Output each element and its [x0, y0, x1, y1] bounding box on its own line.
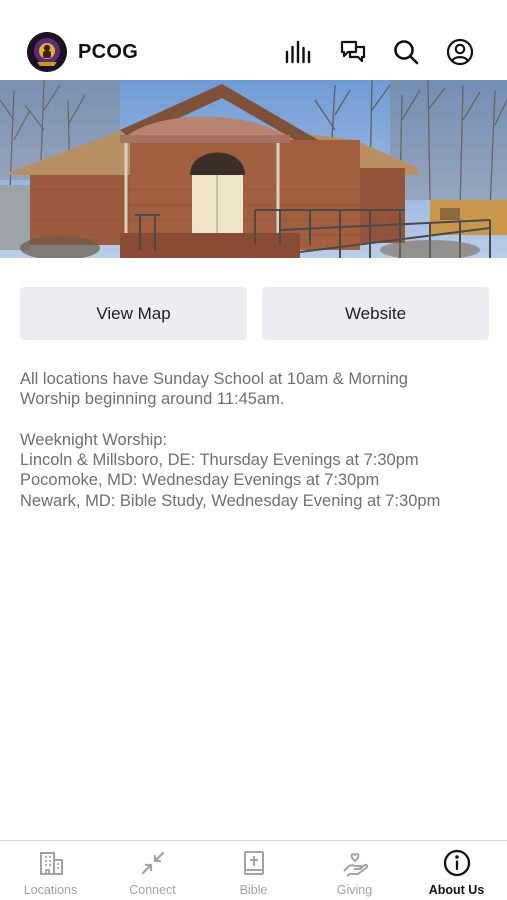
church-photo	[0, 80, 507, 258]
tab-about-us[interactable]: About Us	[406, 849, 507, 900]
tab-giving[interactable]: Giving	[304, 849, 405, 900]
tab-bible[interactable]: Bible	[203, 849, 304, 900]
building-icon	[37, 849, 65, 877]
info-line: All locations have Sunday School at 10am…	[20, 370, 408, 388]
service-times-text: All locations have Sunday School at 10am…	[20, 369, 490, 511]
tab-connect[interactable]: Connect	[102, 849, 203, 900]
info-icon	[443, 849, 471, 877]
giving-hand-icon	[341, 849, 369, 877]
tab-label: Locations	[23, 883, 78, 897]
website-button[interactable]: Website	[262, 287, 489, 340]
info-line: Weeknight Worship:	[20, 430, 168, 449]
tab-label: About Us	[428, 883, 485, 897]
info-line: Lincoln & Millsboro, DE: Thursday Evenin…	[20, 451, 419, 470]
tab-label: Giving	[336, 883, 373, 897]
app-title: PCOG	[78, 41, 139, 63]
info-line: Worship beginning around 11:45am.	[20, 390, 285, 409]
search-icon[interactable]	[392, 38, 420, 66]
tab-label: Connect	[129, 883, 176, 897]
app-header: PCOG	[0, 0, 507, 80]
bottom-tab-bar: Locations Connect Bible Giving About Us	[0, 840, 507, 900]
view-map-button[interactable]: View Map	[20, 287, 247, 340]
account-icon[interactable]	[446, 38, 474, 66]
equalizer-icon[interactable]	[284, 38, 312, 66]
chat-icon[interactable]	[339, 38, 367, 66]
bible-icon	[240, 849, 268, 877]
info-line: Pocomoke, MD: Wednesday Evenings at 7:30…	[20, 471, 380, 490]
tab-locations[interactable]: Locations	[0, 849, 101, 900]
info-line: Newark, MD: Bible Study, Wednesday Eveni…	[20, 491, 441, 510]
church-logo[interactable]	[27, 32, 67, 72]
tab-label: Bible	[239, 883, 268, 897]
connect-arrows-icon	[139, 849, 167, 877]
